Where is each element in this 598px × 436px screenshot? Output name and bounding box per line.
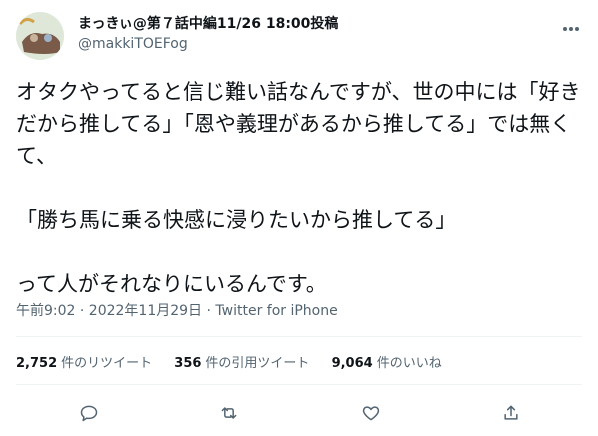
quotes-count: 356	[174, 356, 202, 371]
avatar[interactable]	[16, 12, 64, 60]
avatar-image	[16, 12, 64, 60]
tweet-text: オタクやってると信じ難い話なんですが、世の中には「好きだから推してる」「恩や義理…	[16, 80, 581, 296]
retweets-count: 2,752	[16, 356, 58, 371]
divider	[16, 384, 582, 385]
user-handle[interactable]: @makkiTOEFog	[78, 34, 338, 54]
quotes-stat[interactable]: 356 件の引用ツイート	[174, 352, 309, 371]
share-icon[interactable]	[498, 400, 524, 426]
likes-label: 件のいいね	[376, 356, 442, 371]
tweet-header: まっきぃ@第７話中編11/26 18:00投稿 @makkiTOEFog	[16, 12, 582, 60]
tweet-stats: 2,752 件のリツイート 356 件の引用ツイート 9,064 件のいいね	[16, 352, 460, 371]
action-bar	[0, 400, 598, 426]
display-name[interactable]: まっきぃ@第７話中編11/26 18:00投稿	[78, 14, 338, 34]
more-icon[interactable]	[560, 18, 582, 40]
divider	[16, 336, 582, 337]
reply-icon[interactable]	[76, 400, 102, 426]
likes-stat[interactable]: 9,064 件のいいね	[332, 352, 442, 371]
like-icon[interactable]	[358, 400, 384, 426]
retweet-icon[interactable]	[216, 400, 242, 426]
tweet-meta[interactable]: 午前9:02 · 2022年11月29日 · Twitter for iPhon…	[16, 300, 338, 320]
quotes-label: 件の引用ツイート	[205, 356, 310, 371]
user-names: まっきぃ@第７話中編11/26 18:00投稿 @makkiTOEFog	[78, 14, 338, 54]
likes-count: 9,064	[331, 356, 373, 371]
retweets-stat[interactable]: 2,752 件のリツイート	[16, 352, 152, 371]
retweets-label: 件のリツイート	[61, 356, 153, 371]
